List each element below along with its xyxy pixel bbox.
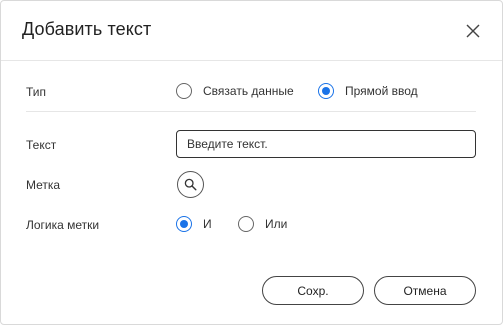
search-icon xyxy=(184,178,197,191)
close-icon xyxy=(466,24,480,38)
logic-option-or-label: Или xyxy=(265,217,288,231)
save-button[interactable]: Сохр. xyxy=(262,276,364,305)
cancel-button[interactable]: Отмена xyxy=(374,276,476,305)
tag-logic-label: Логика метки xyxy=(26,218,100,232)
dialog-header: Добавить текст xyxy=(1,1,502,61)
radio-checked-icon[interactable] xyxy=(318,83,334,99)
logic-option-or[interactable]: Или xyxy=(238,216,287,232)
radio-unchecked-icon[interactable] xyxy=(176,83,192,99)
tag-label: Метка xyxy=(26,178,61,192)
tag-search-button[interactable] xyxy=(177,171,204,198)
logic-option-and[interactable]: И xyxy=(176,216,212,232)
close-button[interactable] xyxy=(463,21,483,41)
section-divider xyxy=(26,111,476,112)
type-option-link-data-label: Связать данные xyxy=(203,84,294,98)
logic-option-and-label: И xyxy=(203,217,212,231)
add-text-dialog: Добавить текст Тип Связать данные Прямой… xyxy=(0,0,503,325)
type-option-direct-input-label: Прямой ввод xyxy=(345,84,418,98)
type-option-direct-input[interactable]: Прямой ввод xyxy=(318,83,418,99)
text-label: Текст xyxy=(26,138,57,152)
type-option-link-data[interactable]: Связать данные xyxy=(176,83,294,99)
radio-checked-icon[interactable] xyxy=(176,216,192,232)
radio-unchecked-icon[interactable] xyxy=(238,216,254,232)
text-input[interactable] xyxy=(176,130,476,158)
dialog-title: Добавить текст xyxy=(22,19,152,39)
type-label: Тип xyxy=(26,85,47,99)
